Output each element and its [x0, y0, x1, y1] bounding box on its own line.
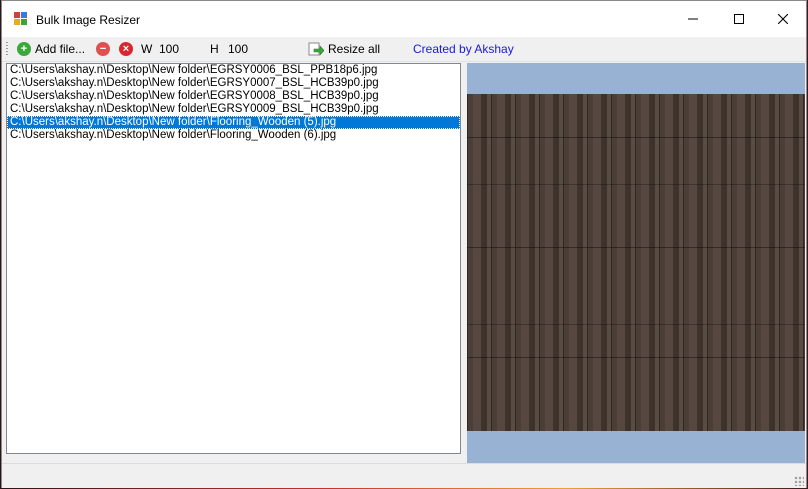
width-input[interactable]	[157, 41, 201, 57]
add-files-label: Add file...	[35, 42, 86, 56]
list-item[interactable]: C:\Users\akshay.n\Desktop\New folder\EGR…	[7, 77, 460, 90]
height-label-wrap: H	[210, 40, 219, 58]
list-item[interactable]: C:\Users\akshay.n\Desktop\New folder\EGR…	[7, 64, 460, 77]
list-item[interactable]: C:\Users\akshay.n\Desktop\New folder\EGR…	[7, 90, 460, 103]
window-resize-grip[interactable]	[794, 476, 804, 486]
file-listbox[interactable]: C:\Users\akshay.n\Desktop\New folder\EGR…	[6, 63, 461, 454]
add-files-button[interactable]: + Add file...	[17, 40, 85, 58]
toolbar: + Add file... − × W H Resize all Created…	[2, 37, 806, 62]
list-item[interactable]: C:\Users\akshay.n\Desktop\New folder\Flo…	[7, 129, 460, 142]
status-bar	[2, 463, 806, 488]
app-window: Bulk Image Resizer + Add file... − × W H	[1, 0, 807, 488]
preview-image-texture	[467, 94, 805, 431]
resize-all-button[interactable]: Resize all	[308, 40, 380, 58]
list-item[interactable]: C:\Users\akshay.n\Desktop\New folder\Flo…	[7, 116, 460, 129]
toolbar-grip[interactable]	[6, 42, 8, 56]
height-label: H	[210, 42, 219, 56]
title-bar[interactable]: Bulk Image Resizer	[2, 1, 806, 37]
width-label-wrap: W	[141, 40, 152, 58]
width-label: W	[141, 42, 153, 56]
preview-image	[467, 94, 805, 431]
remove-file-button[interactable]: −	[96, 40, 110, 58]
plus-circle-icon: +	[17, 42, 31, 56]
minus-circle-icon: −	[96, 42, 110, 56]
clear-all-button[interactable]: ×	[119, 40, 133, 58]
credit-wrap: Created by Akshay	[413, 40, 514, 58]
height-input[interactable]	[226, 41, 270, 57]
resize-arrow-icon	[308, 42, 324, 56]
close-button[interactable]	[760, 1, 806, 37]
credit-text: Created by Akshay	[413, 42, 514, 56]
app-icon	[14, 12, 27, 25]
minimize-button[interactable]	[670, 1, 716, 37]
maximize-icon	[734, 14, 744, 24]
list-item[interactable]: C:\Users\akshay.n\Desktop\New folder\EGR…	[7, 103, 460, 116]
minimize-icon	[688, 18, 698, 20]
file-list-items: C:\Users\akshay.n\Desktop\New folder\EGR…	[7, 64, 460, 142]
window-title: Bulk Image Resizer	[36, 13, 141, 27]
image-preview	[467, 63, 805, 463]
resize-all-label: Resize all	[328, 42, 381, 56]
close-icon	[778, 14, 788, 24]
x-circle-icon: ×	[119, 42, 133, 56]
maximize-button[interactable]	[716, 1, 762, 37]
